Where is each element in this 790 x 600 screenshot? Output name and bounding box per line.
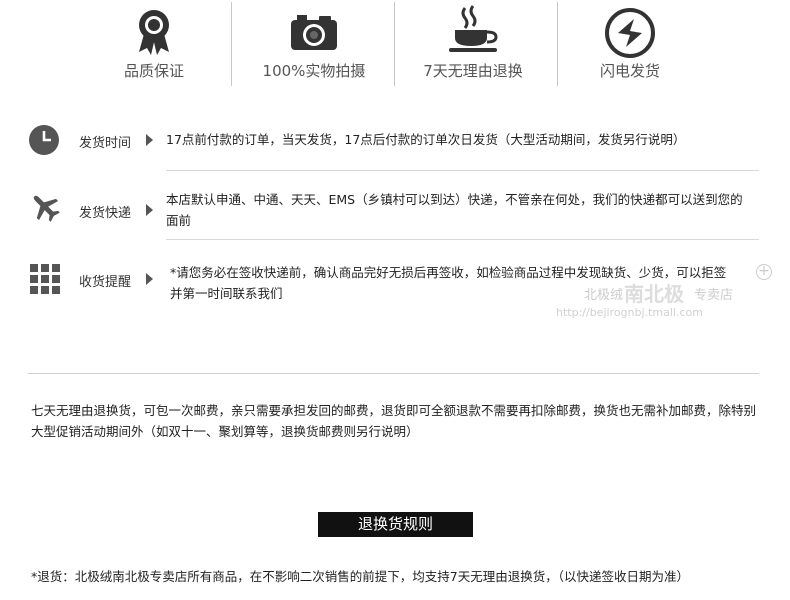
feature-label: 7天无理由退换 xyxy=(423,62,523,80)
watermark-brand: 北极绒 xyxy=(584,288,624,303)
divider xyxy=(28,373,759,374)
grid-icon xyxy=(30,264,64,298)
row-text: 本店默认申通、中通、天天、EMS（乡镇村可以到达）快递，不管亲在何处，我们的快递… xyxy=(166,192,743,228)
camera-icon xyxy=(289,12,339,56)
divider xyxy=(231,2,232,86)
watermark-url: http://bejirognbj.tmall.com xyxy=(556,306,703,319)
rules-title: 退换货规则 xyxy=(318,512,473,537)
rules-text: *退货：北极绒南北极专卖店所有商品，在不影响二次销售的前提下，均支持7天无理由退… xyxy=(31,569,689,584)
feature-return: 7天无理由退换 xyxy=(393,0,553,90)
row-text: 17点前付款的订单，当天发货，17点后付款的订单次日发货（大型活动期间，发货另行… xyxy=(166,132,686,147)
divider xyxy=(166,239,759,240)
feature-fast-delivery: 闪电发货 xyxy=(550,0,710,90)
feature-quality: 品质保证 xyxy=(74,0,234,90)
caret-right-icon xyxy=(146,273,153,285)
watermark-brand-bold: 南北极 xyxy=(624,282,684,306)
feature-label: 闪电发货 xyxy=(599,62,660,80)
divider xyxy=(166,170,759,171)
store-watermark: + 北极绒 南北极 专卖店 http://bejirognbj.tmall.co… xyxy=(548,264,772,328)
row-label: 收货提醒 xyxy=(79,275,132,290)
caret-right-icon xyxy=(146,204,153,216)
award-ribbon-icon xyxy=(136,8,172,60)
feature-label: 100%实物拍摄 xyxy=(262,62,366,80)
row-label: 发货时间 xyxy=(79,136,132,151)
feature-label: 品质保证 xyxy=(123,62,184,80)
lightning-icon xyxy=(604,7,656,63)
caret-right-icon xyxy=(146,134,153,146)
coffee-cup-icon xyxy=(445,4,501,58)
feature-bar: 品质保证 100%实物拍摄 7天无理由退换 闪电发货 xyxy=(0,0,790,90)
feature-real-photo: 100%实物拍摄 xyxy=(234,0,394,90)
clock-icon xyxy=(28,124,62,158)
plus-icon: + xyxy=(756,264,772,280)
airplane-icon xyxy=(28,190,62,224)
row-label: 发货快递 xyxy=(79,206,132,221)
return-policy-text: 七天无理由退换货，可包一次邮费，亲只需要承担发回的邮费，退货即可全额退款不需要再… xyxy=(31,403,757,439)
watermark-store: 专卖店 xyxy=(694,288,734,303)
